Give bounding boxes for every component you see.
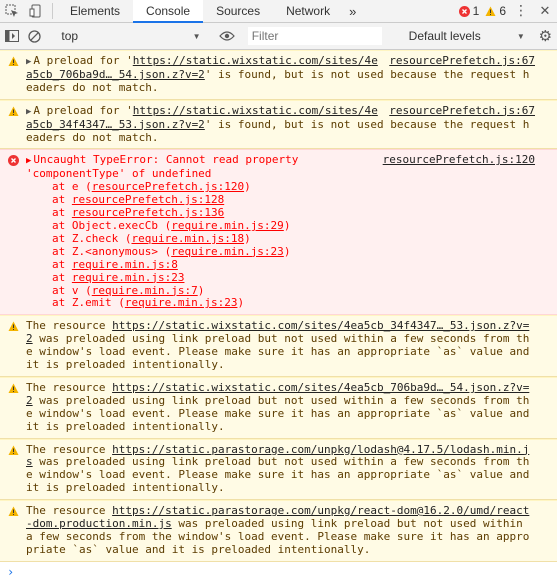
tab-sources[interactable]: Sources	[203, 0, 273, 22]
message-source-link[interactable]: resourcePrefetch.js:67	[389, 104, 535, 118]
dropdown-arrow-icon: ▼	[192, 31, 201, 41]
settings-gear-icon[interactable]: ⚙	[534, 27, 557, 45]
console-warning: The resource https://static.parastorage.…	[0, 500, 557, 562]
context-selector[interactable]: top ▼	[55, 29, 206, 43]
close-devtools-icon[interactable]: ✕	[533, 0, 557, 22]
stack-frame-link[interactable]: require.min.js:18	[131, 232, 244, 245]
error-icon	[8, 155, 19, 170]
console-warning: The resource https://static.wixstatic.co…	[0, 315, 557, 377]
eye-icon[interactable]	[216, 31, 239, 41]
stack-frame-link[interactable]: resourcePrefetch.js:128	[72, 193, 224, 206]
expand-triangle-icon[interactable]: ▶	[26, 57, 31, 67]
warning-icon	[8, 383, 19, 398]
expand-triangle-icon[interactable]: ▶	[26, 156, 31, 166]
expand-triangle-icon[interactable]: ▶	[26, 107, 31, 117]
stack-frame-link[interactable]: require.min.js:23	[125, 296, 238, 309]
tab-elements[interactable]: Elements	[57, 0, 133, 22]
console-warning: The resource https://static.parastorage.…	[0, 438, 557, 501]
warning-icon	[485, 6, 496, 16]
stack-frame-link[interactable]: require.min.js:23	[171, 245, 284, 258]
log-levels-dropdown[interactable]: Default levels ▼	[395, 29, 525, 43]
menu-dots-icon[interactable]: ⋮	[509, 0, 533, 22]
devtools-tabbar: Elements Console Sources Network » 1 6 ⋮…	[0, 0, 557, 23]
tab-network[interactable]: Network	[273, 0, 343, 22]
context-value: top	[61, 29, 79, 43]
dropdown-arrow-icon: ▼	[516, 31, 525, 41]
clear-console-icon[interactable]	[23, 29, 46, 43]
stack-frame: at Z.emit (require.min.js:23)	[52, 296, 245, 310]
error-count-badge[interactable]: 1	[456, 0, 483, 22]
stack-frame-link[interactable]: require.min.js:8	[72, 258, 178, 271]
log-levels-value: Default levels	[408, 29, 481, 43]
console-output: resourcePrefetch.js:67 ▶ A preload for 'h…	[0, 50, 557, 586]
prompt-chevron-icon: ›	[7, 564, 15, 579]
tabbar-divider	[52, 3, 53, 19]
error-message: Uncaught TypeError: Cannot read property	[33, 153, 299, 167]
console-error: resourcePrefetch.js:120 ▶ Uncaught TypeEr…	[0, 149, 557, 316]
tab-console[interactable]: Console	[133, 0, 204, 23]
stack-frame-link[interactable]: require.min.js:7	[92, 284, 198, 297]
error-count: 1	[472, 4, 480, 18]
console-prompt[interactable]: ›	[0, 562, 557, 579]
message-source-link[interactable]: resourcePrefetch.js:120	[383, 154, 535, 167]
warning-count: 6	[499, 4, 506, 18]
warning-icon	[8, 506, 19, 521]
element-picker-icon[interactable]	[0, 0, 24, 22]
resource-link[interactable]: https://static.wixstatic.com/sites/4	[133, 54, 371, 67]
warning-icon	[8, 445, 19, 460]
console-toolbar: top ▼ Default levels ▼ ⚙	[0, 23, 557, 50]
warning-icon	[8, 321, 19, 336]
more-tabs-chevron-icon[interactable]: »	[343, 0, 362, 22]
console-warning: resourcePrefetch.js:67 ▶ A preload for 'h…	[0, 99, 557, 150]
resource-link[interactable]: https://static.wixstatic.com/sites/4	[133, 104, 371, 117]
warning-icon	[8, 106, 19, 121]
filter-input[interactable]	[247, 27, 382, 45]
error-icon	[458, 5, 470, 17]
warning-icon	[8, 56, 19, 71]
device-toolbar-icon[interactable]	[24, 0, 48, 22]
drawer-toggle-icon[interactable]	[0, 30, 23, 42]
console-warning: resourcePrefetch.js:67 ▶ A preload for 'h…	[0, 50, 557, 100]
console-warning: The resource https://static.wixstatic.co…	[0, 376, 557, 439]
stack-frame-link[interactable]: require.min.js:29	[171, 219, 284, 232]
message-source-link[interactable]: resourcePrefetch.js:67	[389, 54, 535, 68]
stack-frame-link[interactable]: resourcePrefetch.js:136	[72, 206, 224, 219]
stack-frame-link[interactable]: resourcePrefetch.js:120	[92, 180, 244, 193]
stack-frame-link[interactable]: require.min.js:23	[72, 271, 185, 284]
warning-count-badge[interactable]: 6	[482, 0, 509, 22]
